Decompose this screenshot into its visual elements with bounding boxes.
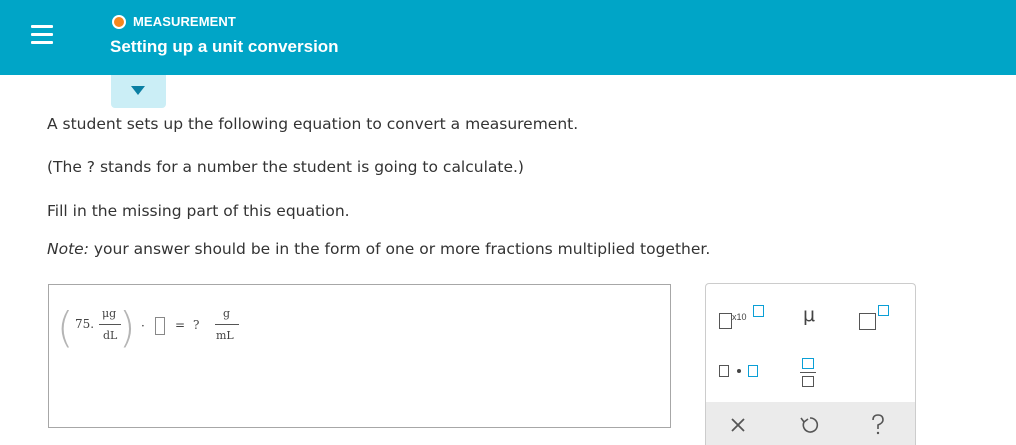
multiply-operator: · [141, 319, 145, 333]
fraction-icon[interactable] [796, 356, 822, 390]
x10-label: x10 [732, 312, 747, 322]
expand-toggle-button[interactable] [111, 75, 166, 108]
multiply-dot-icon[interactable] [716, 360, 766, 382]
denominator-box [802, 376, 814, 387]
unit-numerator: μg [102, 307, 117, 320]
result-numerator: g [223, 307, 231, 320]
keypad-actions [706, 402, 915, 445]
exponent-box [753, 305, 764, 317]
hamburger-menu-icon[interactable] [31, 24, 53, 46]
menu-line [31, 25, 53, 28]
question-text-2: (The ? stands for a number the student i… [47, 158, 524, 176]
left-paren: ( [57, 303, 74, 352]
menu-line [31, 33, 53, 36]
fraction-bar [215, 324, 239, 325]
equals-sign: = [175, 318, 186, 332]
answer-input-area[interactable]: ( 75. μg dL ) · = ? g mL [48, 284, 671, 428]
equation: ( 75. μg dL ) · = ? g mL [57, 303, 297, 353]
help-button[interactable] [856, 408, 900, 442]
exponent-box [878, 305, 889, 316]
math-keypad: x10 μ [705, 283, 916, 445]
numerator-box [802, 358, 814, 369]
dot [737, 369, 741, 373]
answer-blank[interactable] [155, 317, 165, 335]
base-box [859, 313, 876, 330]
close-icon [731, 418, 745, 432]
unknown-value: ? [193, 318, 200, 332]
base-box [719, 313, 732, 329]
topic-label: MEASUREMENT [133, 14, 236, 29]
note-label: Note: [47, 240, 89, 258]
superscript-box-icon[interactable] [856, 300, 896, 334]
question-mark-icon [872, 414, 884, 435]
question-text-3: Fill in the missing part of this equatio… [47, 202, 350, 220]
clear-button[interactable] [716, 408, 760, 442]
fraction-line [800, 372, 816, 374]
right-paren: ) [119, 303, 136, 352]
right-box [748, 365, 758, 377]
menu-line [31, 41, 53, 44]
mu-label: μ [802, 304, 816, 326]
undo-button[interactable] [788, 408, 832, 442]
coefficient: 75. [75, 317, 95, 331]
page-title: Setting up a unit conversion [110, 37, 339, 56]
top-bar: MEASUREMENT Setting up a unit conversion [0, 0, 1016, 75]
caret-down-icon [131, 86, 145, 95]
question-text-1: A student sets up the following equation… [47, 115, 579, 133]
unit-denominator: dL [103, 329, 118, 342]
undo-icon [800, 417, 819, 433]
left-box [719, 365, 729, 377]
topic-status-dot-icon [112, 15, 126, 29]
note-body: your answer should be in the form of one… [88, 240, 711, 258]
mu-symbol-icon[interactable]: μ [794, 304, 824, 334]
fraction-bar [99, 324, 121, 325]
note-text: Note: your answer should be in the form … [47, 240, 710, 258]
times-ten-power-icon[interactable]: x10 [716, 300, 766, 334]
result-denominator: mL [216, 329, 234, 342]
